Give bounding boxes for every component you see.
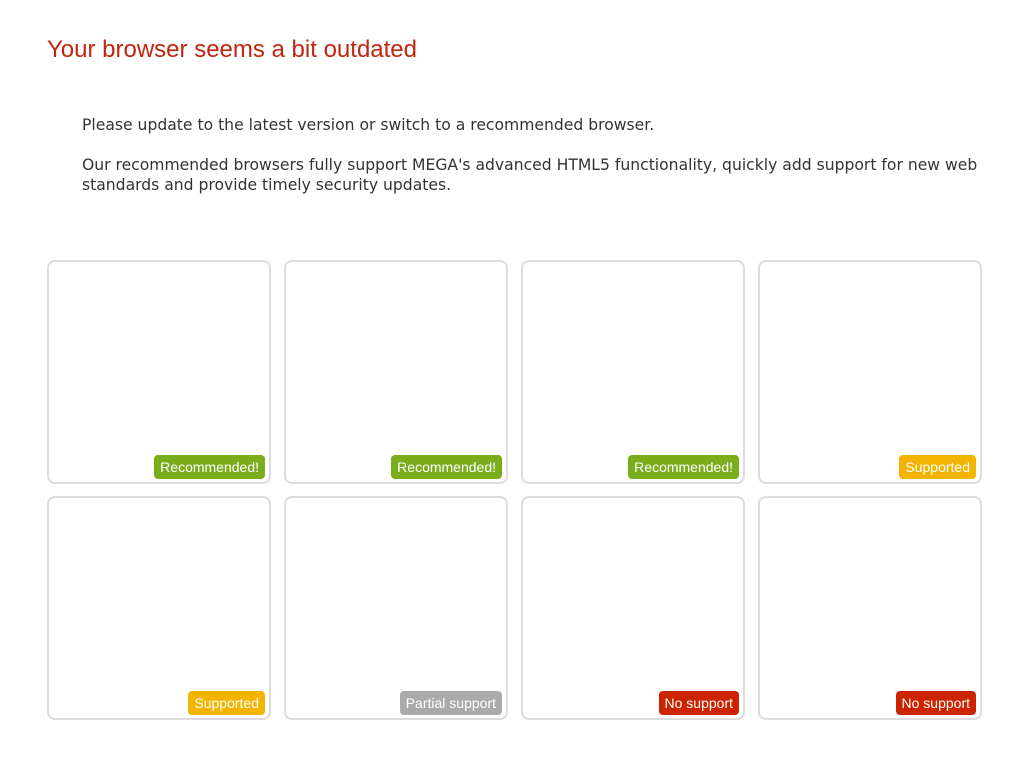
support-badge: Recommended!	[154, 455, 265, 479]
browser-card-6[interactable]: Partial support	[284, 496, 508, 720]
page-title: Your browser seems a bit outdated	[47, 36, 417, 63]
recommendation-message: Our recommended browsers fully support M…	[82, 156, 978, 194]
browser-card-5[interactable]: Supported	[47, 496, 271, 720]
support-badge: Supported	[899, 455, 976, 479]
support-badge: Supported	[188, 691, 265, 715]
browser-card-1[interactable]: Recommended!	[47, 260, 271, 484]
browser-card-4[interactable]: Supported	[758, 260, 982, 484]
browser-grid: Recommended! Recommended! Recommended! S…	[47, 260, 982, 720]
browser-card-3[interactable]: Recommended!	[521, 260, 745, 484]
support-badge: No support	[895, 691, 976, 715]
browser-card-7[interactable]: No support	[521, 496, 745, 720]
update-message: Please update to the latest version or s…	[82, 116, 655, 134]
support-badge: Recommended!	[391, 455, 502, 479]
browser-card-8[interactable]: No support	[758, 496, 982, 720]
support-badge: Recommended!	[628, 455, 739, 479]
support-badge: Partial support	[399, 691, 502, 715]
intro-text: Please update to the latest version or s…	[82, 115, 1007, 195]
support-badge: No support	[658, 691, 739, 715]
browser-card-2[interactable]: Recommended!	[284, 260, 508, 484]
